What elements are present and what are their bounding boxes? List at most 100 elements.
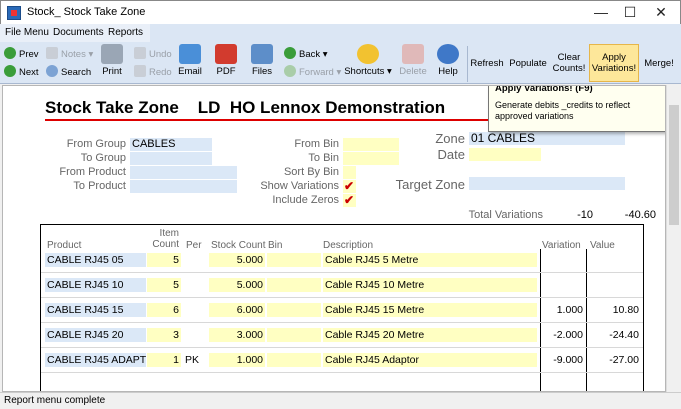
cell-product[interactable]: CABLE RJ45 20 <box>45 328 146 342</box>
back-arrow-icon <box>284 47 296 59</box>
maximize-button[interactable]: ☐ <box>615 1 645 25</box>
cell-product[interactable]: CABLE RJ45 10 <box>45 278 146 292</box>
cell-product[interactable]: CABLE RJ45 ADAPT <box>45 353 146 367</box>
help-icon <box>437 44 459 64</box>
ribbon: File Menu Documents Reports Prev Next No… <box>0 24 681 84</box>
menu-reports[interactable]: Reports <box>108 27 143 38</box>
cell-per <box>183 303 207 317</box>
back-button[interactable]: Back ▾ <box>284 47 328 60</box>
refresh-button[interactable]: Refresh <box>470 44 504 82</box>
row-separator <box>41 297 643 298</box>
cell-bin[interactable] <box>267 328 321 342</box>
cell-description[interactable]: Cable RJ45 10 Metre <box>323 278 537 292</box>
undo-button[interactable]: Undo <box>134 47 172 60</box>
cell-per <box>183 328 207 342</box>
notes-icon <box>46 47 58 59</box>
stock-table: Product Item Count Per Stock Count Bin D… <box>40 224 644 391</box>
cell-bin[interactable] <box>267 253 321 267</box>
redo-icon <box>134 65 146 77</box>
pdf-button[interactable]: PDF <box>213 44 239 77</box>
sort-by-bin-label: Sort By Bin <box>283 166 339 178</box>
shortcuts-button[interactable]: Shortcuts ▾ <box>343 44 393 77</box>
tooltip-body: Generate debits _credits to reflect appr… <box>495 100 631 121</box>
show-variations-checkbox[interactable]: ✔ <box>343 180 356 193</box>
cell-description[interactable]: Cable RJ45 15 Metre <box>323 303 537 317</box>
cell-description[interactable]: Cable RJ45 20 Metre <box>323 328 537 342</box>
forward-button[interactable]: Forward ▾ <box>284 65 341 78</box>
prev-button[interactable]: Prev <box>4 47 39 60</box>
clear-counts-button[interactable]: Clear Counts! <box>551 44 587 82</box>
from-product-field[interactable] <box>130 166 237 179</box>
cell-item-count[interactable]: 5 <box>147 278 181 292</box>
populate-button[interactable]: Populate <box>507 44 549 82</box>
menu-documents[interactable]: Documents <box>53 27 104 38</box>
from-group-field[interactable]: CABLES <box>130 138 212 151</box>
col-header-stock-count: Stock Count <box>211 240 266 251</box>
close-button[interactable]: ✕ <box>646 1 676 25</box>
row-separator <box>41 372 643 373</box>
delete-x-icon <box>402 44 424 64</box>
table-divider-variation <box>540 249 541 391</box>
title-bar: Stock_ Stock Take Zone — ☐ ✕ <box>0 0 681 24</box>
report-canvas: Stock Take Zone LD HO Lennox Demonstrati… <box>2 85 666 392</box>
cell-variation <box>541 278 585 292</box>
folder-icon <box>251 44 273 64</box>
target-zone-field[interactable] <box>469 177 625 190</box>
include-zeros-checkbox[interactable]: ✔ <box>343 194 356 207</box>
to-group-field[interactable] <box>130 152 212 165</box>
menu-file[interactable]: File Menu <box>5 27 49 38</box>
cell-value: -24.40 <box>609 329 639 341</box>
notes-button[interactable]: Notes ▾ <box>46 47 93 60</box>
next-button[interactable]: Next <box>4 65 39 78</box>
files-button[interactable]: Files <box>248 44 276 77</box>
col-header-per: Per <box>186 240 202 251</box>
email-button[interactable]: Email <box>176 44 204 77</box>
apply-variations-button[interactable]: Apply Variations! <box>589 44 639 82</box>
status-text: Report menu complete <box>4 395 106 406</box>
vertical-scrollbar[interactable] <box>666 85 681 392</box>
prev-arrow-icon <box>4 47 16 59</box>
next-arrow-icon <box>4 65 16 77</box>
cell-stock-count[interactable]: 3.000 <box>209 328 265 342</box>
page-title: Stock Take Zone LD HO Lennox Demonstrati… <box>45 98 446 117</box>
to-product-field[interactable] <box>130 180 237 193</box>
to-group-label: To Group <box>80 152 126 164</box>
cell-stock-count[interactable]: 5.000 <box>209 253 265 267</box>
cell-description[interactable]: Cable RJ45 5 Metre <box>323 253 537 267</box>
col-header-bin: Bin <box>268 240 283 251</box>
help-button[interactable]: Help <box>434 44 462 77</box>
col-header-variation: Variation <box>542 240 581 251</box>
cell-bin[interactable] <box>267 353 321 367</box>
minimize-button[interactable]: — <box>586 1 616 25</box>
cell-item-count[interactable]: 3 <box>147 328 181 342</box>
cell-product[interactable]: CABLE RJ45 05 <box>45 253 146 267</box>
cell-stock-count[interactable]: 5.000 <box>209 278 265 292</box>
scrollbar-thumb[interactable] <box>669 105 679 225</box>
checkmark-icon: ✔ <box>344 179 355 193</box>
cell-product[interactable]: CABLE RJ45 15 <box>45 303 146 317</box>
to-bin-field[interactable] <box>343 152 399 165</box>
date-field[interactable] <box>469 148 541 161</box>
cell-variation: -9.000 <box>553 354 583 366</box>
cell-bin[interactable] <box>267 278 321 292</box>
search-button[interactable]: Search <box>46 65 91 78</box>
cell-stock-count[interactable]: 6.000 <box>209 303 265 317</box>
target-zone-label: Target Zone <box>395 177 465 192</box>
cell-stock-count[interactable]: 1.000 <box>209 353 265 367</box>
sort-by-bin-checkbox[interactable] <box>343 166 356 179</box>
col-header-product: Product <box>47 240 82 251</box>
cell-item-count[interactable]: 5 <box>147 253 181 267</box>
merge-button[interactable]: Merge! <box>641 44 677 82</box>
cell-bin[interactable] <box>267 303 321 317</box>
toolbar-separator <box>467 46 468 82</box>
zone-field[interactable]: 01 CABLES <box>469 132 625 145</box>
from-bin-field[interactable] <box>343 138 399 151</box>
delete-button[interactable]: Delete <box>397 44 429 77</box>
redo-button[interactable]: Redo <box>134 65 172 78</box>
cell-item-count[interactable]: 1 <box>147 353 181 367</box>
print-button[interactable]: Print <box>98 44 126 77</box>
cell-item-count[interactable]: 6 <box>147 303 181 317</box>
cell-description[interactable]: Cable RJ45 Adaptor <box>323 353 537 367</box>
cell-per: PK <box>185 354 200 366</box>
col-header-description: Description <box>323 240 374 251</box>
